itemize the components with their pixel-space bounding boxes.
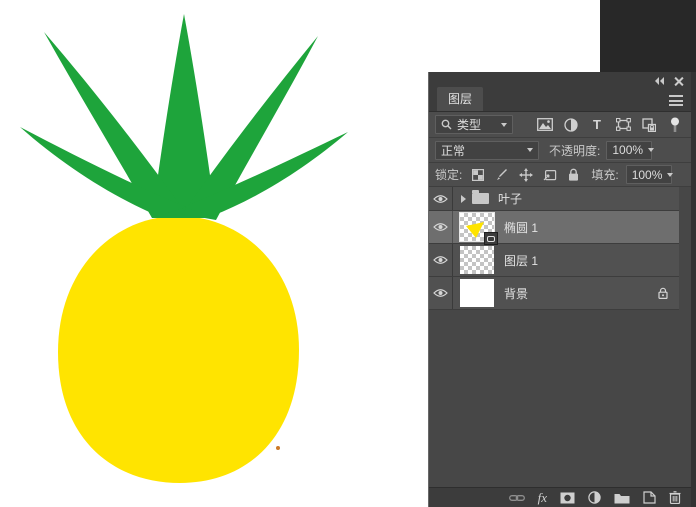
lock-bar: 锁定: 填充: 100%	[429, 163, 691, 187]
layer-name[interactable]: 叶子	[498, 190, 522, 207]
layer-row-layer-1[interactable]: 图层 1	[429, 244, 679, 277]
shape-layer-badge-icon	[484, 232, 498, 245]
pixel-layer-filter-icon[interactable]	[535, 116, 555, 134]
pineapple-leaves	[20, 14, 348, 220]
layer-style-fx-icon[interactable]: fx	[538, 490, 547, 506]
close-panel-icon[interactable]	[674, 77, 683, 86]
group-folder-icon	[472, 190, 489, 204]
collapse-panel-icon[interactable]	[655, 77, 664, 85]
background-lock-icon[interactable]	[658, 287, 668, 299]
panel-bottom-toolbar: fx	[429, 487, 691, 507]
chevron-down-icon	[527, 148, 533, 152]
lock-position-icon[interactable]	[517, 167, 534, 183]
type-layer-filter-icon[interactable]: T	[587, 116, 607, 134]
layer-filter-toggle-icon[interactable]	[665, 116, 685, 134]
group-expander-chevron-icon[interactable]	[461, 194, 466, 203]
opacity-label: 不透明度:	[549, 143, 601, 158]
visibility-eye-icon[interactable]	[429, 277, 453, 309]
pineapple-drawing	[20, 14, 348, 483]
new-group-icon[interactable]	[614, 490, 630, 506]
layer-name[interactable]: 背景	[504, 285, 528, 302]
layer-row-ellipse-1[interactable]: 椭圆 1	[429, 211, 679, 245]
app-background-corner	[600, 0, 696, 72]
adjustment-layer-filter-icon[interactable]	[561, 116, 581, 134]
tab-layers[interactable]: 图层	[437, 87, 484, 111]
opacity-input[interactable]: 100%	[606, 140, 655, 160]
panel-tabbar: 图层	[429, 87, 691, 112]
new-layer-icon[interactable]	[643, 490, 656, 506]
visibility-eye-icon[interactable]	[429, 187, 453, 210]
shape-layer-filter-icon[interactable]	[613, 116, 633, 134]
link-layers-icon[interactable]	[508, 490, 525, 506]
pineapple-body	[58, 216, 299, 483]
fill-input[interactable]: 100%	[625, 165, 674, 184]
layer-name[interactable]: 图层 1	[504, 252, 538, 269]
layer-name[interactable]: 椭圆 1	[504, 219, 538, 236]
new-adjustment-layer-icon[interactable]	[588, 490, 601, 506]
filter-type-label: 类型	[457, 118, 482, 132]
lock-artboard-icon[interactable]	[541, 167, 558, 183]
layer-list: 叶子 椭圆 1 图层 1 背景	[429, 187, 691, 487]
layer-thumbnail[interactable]	[460, 246, 494, 274]
chevron-down-icon	[501, 122, 507, 127]
chevron-down-icon	[667, 172, 674, 177]
layers-panel: 图层 类型 T 正常 不透明度: 100% 锁定: 填充: 100% 叶子 椭圆…	[428, 72, 696, 507]
lock-transparent-pixels-icon[interactable]	[469, 167, 486, 183]
visibility-eye-icon[interactable]	[429, 211, 453, 243]
layer-thumbnail[interactable]	[460, 279, 494, 307]
filter-bar: 类型 T	[429, 112, 691, 138]
visibility-eye-icon[interactable]	[429, 244, 453, 276]
lock-all-icon[interactable]	[565, 167, 582, 183]
panel-menu-icon[interactable]	[669, 95, 683, 106]
fill-label: 填充:	[591, 168, 619, 182]
lock-image-pixels-icon[interactable]	[493, 167, 510, 183]
chevron-down-icon	[648, 148, 655, 152]
blend-bar: 正常 不透明度: 100%	[429, 138, 691, 163]
opacity-value: 100%	[612, 143, 644, 157]
lock-label: 锁定:	[435, 168, 463, 182]
layer-row-background[interactable]: 背景	[429, 277, 679, 310]
layer-row-group-leaves[interactable]: 叶子	[429, 187, 679, 211]
fill-value: 100%	[631, 167, 663, 182]
delete-layer-trash-icon[interactable]	[669, 490, 681, 506]
add-layer-mask-icon[interactable]	[560, 490, 575, 506]
smart-object-filter-icon[interactable]	[639, 116, 659, 134]
layer-thumbnail[interactable]	[459, 212, 498, 245]
search-icon	[441, 119, 452, 130]
blend-mode-dropdown[interactable]: 正常	[435, 140, 539, 160]
pineapple-speck	[276, 446, 280, 450]
blend-mode-value: 正常	[441, 143, 466, 158]
filter-type-dropdown[interactable]: 类型	[435, 115, 513, 134]
